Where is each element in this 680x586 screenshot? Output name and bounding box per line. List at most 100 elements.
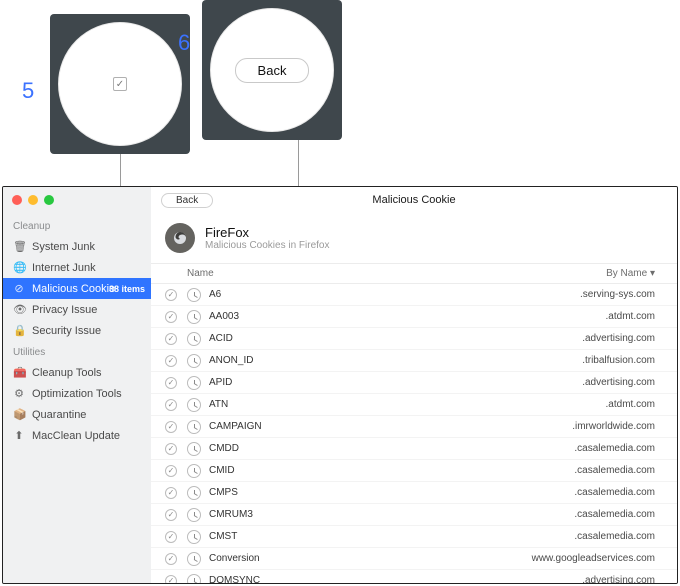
row-checkbox[interactable]: ✓ (165, 553, 177, 565)
sidebar: Cleanup🗑System Junk 🌐 Internet Junk ⊘Malici… (3, 187, 151, 583)
table-row[interactable]: ✓APID.advertising.com (151, 372, 677, 394)
row-checkbox[interactable]: ✓ (165, 333, 177, 345)
sidebar-item-quarantine[interactable]: 📦Quarantine (3, 404, 151, 425)
row-checkbox[interactable]: ✓ (165, 311, 177, 323)
row-checkbox[interactable]: ✓ (165, 487, 177, 499)
row-checkbox[interactable]: ✓ (165, 355, 177, 367)
cookie-clock-icon (187, 508, 201, 522)
gear-icon: ⚙ (13, 387, 25, 400)
close-icon[interactable] (12, 195, 22, 205)
table-row[interactable]: ✓ CMDD.casalemedia.com (151, 438, 677, 460)
sidebar-item-security-issue[interactable]: 🔒 Security Issue (3, 320, 151, 341)
row-name: DOMSYNC (209, 575, 582, 583)
sidebar-item-label: Privacy Issue (32, 304, 97, 316)
row-name: ATN (209, 399, 606, 410)
sidebar-item-internet-junk[interactable]: 🌐 Internet Junk (3, 257, 151, 278)
table-row[interactable]: ✓Conversionwww.googleadservices.com (151, 548, 677, 570)
row-checkbox[interactable]: ✓ (165, 289, 177, 301)
annotation-circle: Back (210, 8, 334, 132)
table-row[interactable]: ✓ CMST.casalemedia.com (151, 526, 677, 548)
annotation-circle: ✓ (58, 22, 182, 146)
sidebar-section-label: Cleanup (3, 215, 151, 236)
annotation-back-pill: Back (235, 58, 310, 83)
globe-icon: 🌐 (13, 261, 25, 274)
col-byname[interactable]: By Name ▾ (606, 268, 655, 279)
toolbox-icon: 🧰 (13, 366, 25, 379)
sidebar-item-label: Optimization Tools (32, 388, 122, 400)
row-name: CMDD (209, 443, 574, 454)
trash-icon: 🗑 (13, 240, 25, 253)
sidebar-item-macclean-update[interactable]: ⬆ MacClean Update (3, 425, 151, 446)
table-row[interactable]: ✓A6.serving-sys.com (151, 284, 677, 306)
row-domain: .casalemedia.com (574, 531, 655, 542)
row-checkbox[interactable]: ✓ (165, 421, 177, 433)
row-checkbox[interactable]: ✓ (165, 377, 177, 389)
sidebar-item-malicious-cookie[interactable]: ⊘Malicious Cookie38 items (3, 278, 151, 299)
cookie-clock-icon (187, 442, 201, 456)
annotation-number: 6 (178, 30, 190, 56)
sidebar-item-system-junk[interactable]: 🗑System Junk (3, 236, 151, 257)
row-domain: .imrworldwide.com (572, 421, 655, 432)
row-name: CMRUM3 (209, 509, 574, 520)
row-checkbox[interactable]: ✓ (165, 575, 177, 584)
row-name: ACID (209, 333, 582, 344)
back-button[interactable]: Back (161, 193, 213, 208)
table-row[interactable]: ✓CMID.casalemedia.com (151, 460, 677, 482)
cookie-clock-icon (187, 464, 201, 478)
cookie-clock-icon (187, 376, 201, 390)
row-domain: .advertising.com (582, 377, 655, 388)
list-header: FireFox Malicious Cookies in Firefox (151, 213, 677, 263)
table-row[interactable]: ✓CMPS.casalemedia.com (151, 482, 677, 504)
cookie-clock-icon (187, 398, 201, 412)
table-row[interactable]: ✓CAMPAIGN.imrworldwide.com (151, 416, 677, 438)
table-row[interactable]: ✓DOMSYNC.advertising.com (151, 570, 677, 583)
table-row[interactable]: ✓ ATN.atdmt.com (151, 394, 677, 416)
sidebar-item-optimization-tools[interactable]: ⚙ Optimization Tools (3, 383, 151, 404)
firefox-icon (165, 223, 195, 253)
sort-caret-icon: ▾ (650, 268, 655, 279)
sidebar-item-label: Internet Junk (32, 262, 96, 274)
row-checkbox[interactable]: ✓ (165, 443, 177, 455)
row-domain: .casalemedia.com (574, 509, 655, 520)
cookie-clock-icon (187, 486, 201, 500)
table-row[interactable]: ✓ACID.advertising.com (151, 328, 677, 350)
update-icon: ⬆ (13, 429, 25, 442)
row-checkbox[interactable]: ✓ (165, 509, 177, 521)
main-panel: Back Malicious Cookie FireFox Malicious … (151, 187, 677, 583)
toolbar: Back Malicious Cookie (151, 187, 677, 213)
sidebar-item-cleanup-tools[interactable]: 🧰 Cleanup Tools (3, 362, 151, 383)
annotation-checkbox-callout: 5 ✓ (50, 14, 190, 154)
row-domain: .casalemedia.com (574, 443, 655, 454)
table-row[interactable]: ✓ CMRUM3.casalemedia.com (151, 504, 677, 526)
minimize-icon[interactable] (28, 195, 38, 205)
row-name: CMST (209, 531, 574, 542)
table-row[interactable]: ✓AA003.atdmt.com (151, 306, 677, 328)
row-domain: .atdmt.com (606, 311, 655, 322)
annotation-back-callout: 6 Back (202, 0, 342, 140)
lock-icon: 🔒 (13, 324, 25, 337)
sidebar-item-label: MacClean Update (32, 430, 120, 442)
row-checkbox[interactable]: ✓ (165, 465, 177, 477)
maximize-icon[interactable] (44, 195, 54, 205)
row-checkbox[interactable]: ✓ (165, 399, 177, 411)
row-domain: .serving-sys.com (580, 289, 655, 300)
window-controls (3, 187, 151, 215)
row-domain: .atdmt.com (606, 399, 655, 410)
cookie-clock-icon (187, 288, 201, 302)
cookie-clock-icon (187, 420, 201, 434)
list-app-subtitle: Malicious Cookies in Firefox (205, 240, 330, 251)
sidebar-item-label: Malicious Cookie (32, 283, 115, 295)
cookie-clock-icon (187, 310, 201, 324)
sidebar-item-label: Cleanup Tools (32, 367, 102, 379)
eye-icon: 👁 (13, 303, 25, 316)
table-row[interactable]: ✓ANON_ID.tribalfusion.com (151, 350, 677, 372)
checkbox-icon: ✓ (113, 77, 127, 91)
col-name[interactable]: Name (187, 268, 606, 279)
app-window: Cleanup🗑System Junk 🌐 Internet Junk ⊘Malici… (2, 186, 678, 584)
cookie-clock-icon (187, 574, 201, 584)
row-checkbox[interactable]: ✓ (165, 531, 177, 543)
table-header: Name By Name ▾ (151, 263, 677, 284)
row-domain: .casalemedia.com (574, 465, 655, 476)
sidebar-item-label: Security Issue (32, 325, 101, 337)
sidebar-item-privacy-issue[interactable]: 👁 Privacy Issue (3, 299, 151, 320)
